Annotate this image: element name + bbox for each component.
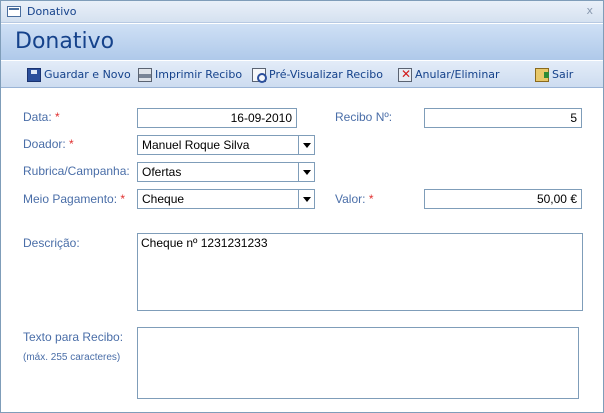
required-marker: * [69, 137, 74, 151]
donor-label: Doador: * [23, 137, 74, 151]
print-preview-icon [252, 67, 267, 83]
amount-field[interactable]: 50,00 € [424, 189, 582, 209]
required-marker: * [55, 110, 60, 124]
save-icon [27, 67, 41, 82]
preview-receipt-button[interactable]: Pré-Visualizar Recibo [252, 66, 383, 83]
exit-button[interactable]: Sair [535, 66, 573, 83]
date-label-text: Data: [23, 110, 52, 124]
print-receipt-button[interactable]: Imprimir Recibo [138, 66, 242, 83]
exit-label: Sair [552, 68, 574, 81]
description-textarea[interactable]: Cheque nº 1231231233 [137, 233, 583, 311]
campaign-select[interactable]: Ofertas [137, 162, 315, 182]
date-field[interactable]: 16-09-2010 [137, 108, 297, 128]
receipt-text-textarea[interactable] [137, 327, 579, 399]
donor-select[interactable]: Manuel Roque Silva [137, 135, 315, 155]
page-title: Donativo [15, 29, 115, 54]
receipt-text-hint: (máx. 255 caracteres) [23, 352, 121, 363]
date-label: Data: * [23, 110, 60, 124]
required-marker: * [120, 192, 126, 206]
receipt-number-label: Recibo Nº: [335, 110, 393, 124]
campaign-value: Ofertas [142, 165, 182, 179]
printer-icon [138, 67, 152, 82]
payment-method-value: Cheque [142, 192, 185, 206]
amount-label: Valor: * [335, 192, 373, 206]
save-new-label: Guardar e Novo [44, 68, 131, 81]
required-marker: * [368, 192, 374, 206]
receipt-number-field[interactable]: 5 [424, 108, 582, 128]
delete-label: Anular/Eliminar [415, 68, 500, 81]
exit-icon [535, 67, 549, 82]
print-receipt-label: Imprimir Recibo [155, 68, 243, 81]
save-new-button[interactable]: Guardar e Novo [27, 66, 131, 83]
donor-value: Manuel Roque Silva [142, 138, 250, 152]
receipt-text-label: Texto para Recibo: [23, 330, 124, 344]
chevron-down-icon[interactable] [298, 190, 314, 208]
window-title: Donativo [27, 5, 77, 18]
chevron-down-icon[interactable] [298, 136, 314, 154]
form-header: Donativo [1, 24, 603, 60]
payment-method-label-text: Meio Pagamento: [23, 192, 118, 206]
donor-label-text: Doador: [23, 137, 66, 151]
preview-receipt-label: Pré-Visualizar Recibo [269, 68, 383, 81]
delete-icon [398, 67, 412, 82]
donativo-window: Donativo x Donativo Guardar e Novo Impri… [0, 0, 604, 413]
chevron-down-icon[interactable] [298, 163, 314, 181]
form-icon [7, 6, 21, 17]
toolbar: Guardar e Novo Imprimir Recibo Pré-Visua… [1, 61, 603, 88]
close-icon[interactable]: x [586, 4, 593, 17]
amount-label-text: Valor: [335, 192, 366, 206]
title-bar: Donativo x [1, 1, 603, 23]
description-label: Descrição: [23, 236, 80, 250]
delete-button[interactable]: Anular/Eliminar [398, 66, 500, 83]
payment-method-label: Meio Pagamento: * [23, 192, 125, 206]
payment-method-select[interactable]: Cheque [137, 189, 315, 209]
form-panel: Data: * 16-09-2010 Recibo Nº: 5 Doador: … [1, 89, 603, 412]
campaign-label: Rubrica/Campanha: [23, 164, 130, 178]
